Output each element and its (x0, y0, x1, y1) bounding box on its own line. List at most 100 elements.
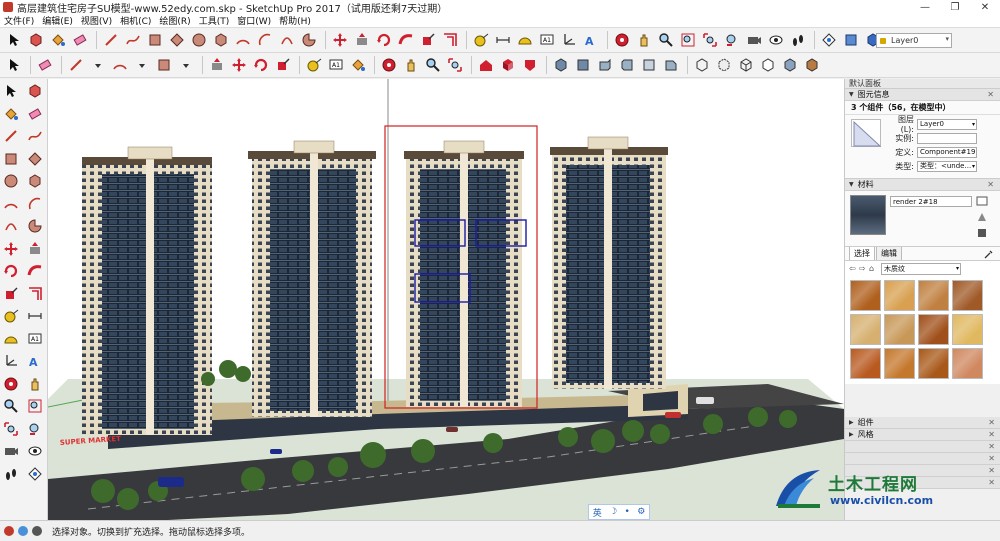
rectangle-icon[interactable] (145, 30, 165, 50)
material-swatch[interactable] (952, 314, 983, 345)
close-icon[interactable]: ✕ (988, 442, 995, 451)
3d-text-icon[interactable]: A (581, 30, 601, 50)
zoom-extents-icon[interactable] (445, 55, 465, 75)
rectangle-icon[interactable] (154, 55, 174, 75)
make-component-icon[interactable] (26, 30, 46, 50)
text-icon[interactable]: A1 (537, 30, 557, 50)
look-around-icon[interactable] (25, 441, 45, 461)
arc-icon[interactable] (233, 30, 253, 50)
close-icon[interactable]: ✕ (988, 430, 995, 439)
orbit-icon[interactable] (379, 55, 399, 75)
position-camera-icon[interactable] (1, 441, 21, 461)
close-icon[interactable]: ✕ (988, 418, 995, 427)
zoom-window-icon[interactable] (25, 396, 45, 416)
circle-icon[interactable] (1, 171, 21, 191)
polygon-icon[interactable] (211, 30, 231, 50)
orbit-icon[interactable] (612, 30, 632, 50)
walk-icon[interactable] (788, 30, 808, 50)
line-tool-icon[interactable] (1, 126, 21, 146)
definition-field[interactable]: Component#19 (917, 146, 977, 158)
close-icon[interactable]: ✕ (987, 90, 994, 99)
offset-icon[interactable] (25, 284, 45, 304)
zoom-extents-icon[interactable] (700, 30, 720, 50)
dropdown-arrow-icon[interactable] (88, 55, 108, 75)
pan-icon[interactable] (25, 374, 45, 394)
dimension-icon[interactable] (25, 306, 45, 326)
material-swatch[interactable] (884, 314, 915, 345)
iso-view-icon[interactable] (551, 55, 571, 75)
eraser-icon[interactable] (35, 55, 55, 75)
type-select[interactable]: 类型：<unde... ▾ (917, 160, 977, 172)
look-around-icon[interactable] (766, 30, 786, 50)
material-swatch[interactable] (884, 280, 915, 311)
material-swatch[interactable] (850, 314, 881, 345)
zoom-icon[interactable] (656, 30, 676, 50)
follow-me-icon[interactable] (25, 261, 45, 281)
move-icon[interactable] (229, 55, 249, 75)
axes-icon[interactable] (559, 30, 579, 50)
rotate-icon[interactable] (374, 30, 394, 50)
three-point-arc-icon[interactable] (1, 216, 21, 236)
display-secondary-pane-icon[interactable] (976, 195, 988, 207)
zoom-icon[interactable] (423, 55, 443, 75)
minimize-button[interactable]: — (910, 0, 940, 14)
offset-icon[interactable] (440, 30, 460, 50)
entity-info-header[interactable]: ▼ 图元信息 ✕ (845, 89, 1000, 101)
material-swatch[interactable] (918, 280, 949, 311)
layer-select[interactable]: Layer0 ▾ (917, 118, 977, 130)
menu-help[interactable]: 帮助(H) (275, 14, 315, 27)
material-library-select[interactable]: 木质纹 ▾ (881, 262, 961, 275)
tab-edit[interactable]: 编辑 (876, 246, 902, 260)
material-swatch[interactable] (850, 280, 881, 311)
moon-icon[interactable]: ☽ (609, 507, 617, 517)
pie-icon[interactable] (25, 216, 45, 236)
components-3d-icon[interactable] (498, 55, 518, 75)
rotated-rectangle-icon[interactable] (167, 30, 187, 50)
shaded-textures-icon[interactable] (802, 55, 822, 75)
tray-section[interactable]: ✕ (845, 453, 1000, 465)
move-icon[interactable] (1, 239, 21, 259)
ime-language[interactable]: 英 (593, 506, 602, 519)
previous-view-icon[interactable] (25, 419, 45, 439)
material-name-field[interactable]: render 2#18 (890, 196, 972, 207)
dropdown-arrow-icon[interactable] (132, 55, 152, 75)
zoom-extents-icon[interactable] (1, 419, 21, 439)
zoom-icon[interactable] (1, 396, 21, 416)
three-point-arc-icon[interactable] (277, 30, 297, 50)
scale-icon[interactable] (1, 284, 21, 304)
protractor-icon[interactable] (515, 30, 535, 50)
paint-bucket-icon[interactable] (1, 104, 21, 124)
wireframe-icon[interactable] (736, 55, 756, 75)
scale-icon[interactable] (418, 30, 438, 50)
zoom-window-icon[interactable] (678, 30, 698, 50)
line-tool-icon[interactable] (101, 30, 121, 50)
tray-section[interactable]: ✕ (845, 441, 1000, 453)
walk-icon[interactable] (1, 464, 21, 484)
back-arrow-icon[interactable]: ⇦ (849, 264, 859, 273)
close-button[interactable]: ✕ (970, 0, 1000, 14)
current-material-swatch[interactable] (850, 195, 886, 235)
follow-me-icon[interactable] (396, 30, 416, 50)
materials-header[interactable]: ▼ 材料 ✕ (845, 179, 1000, 191)
eraser-icon[interactable] (70, 30, 90, 50)
rotate-icon[interactable] (251, 55, 271, 75)
restore-button[interactable]: ❐ (940, 0, 970, 14)
menu-file[interactable]: 文件(F) (0, 14, 38, 27)
line-tool-icon[interactable] (66, 55, 86, 75)
front-view-icon[interactable] (595, 55, 615, 75)
warehouse-icon[interactable] (476, 55, 496, 75)
back-view-icon[interactable] (639, 55, 659, 75)
menu-window[interactable]: 窗口(W) (233, 14, 275, 27)
3d-text-icon[interactable]: A (25, 351, 45, 371)
home-icon[interactable]: ⌂ (869, 264, 879, 273)
two-point-arc-icon[interactable] (255, 30, 275, 50)
push-pull-icon[interactable] (207, 55, 227, 75)
close-icon[interactable]: ✕ (987, 180, 994, 189)
left-view-icon[interactable] (661, 55, 681, 75)
tape-measure-icon[interactable] (1, 306, 21, 326)
menu-view[interactable]: 视图(V) (77, 14, 116, 27)
previous-view-icon[interactable] (722, 30, 742, 50)
xray-icon[interactable] (692, 55, 712, 75)
extension-warehouse-icon[interactable] (520, 55, 540, 75)
right-view-icon[interactable] (617, 55, 637, 75)
